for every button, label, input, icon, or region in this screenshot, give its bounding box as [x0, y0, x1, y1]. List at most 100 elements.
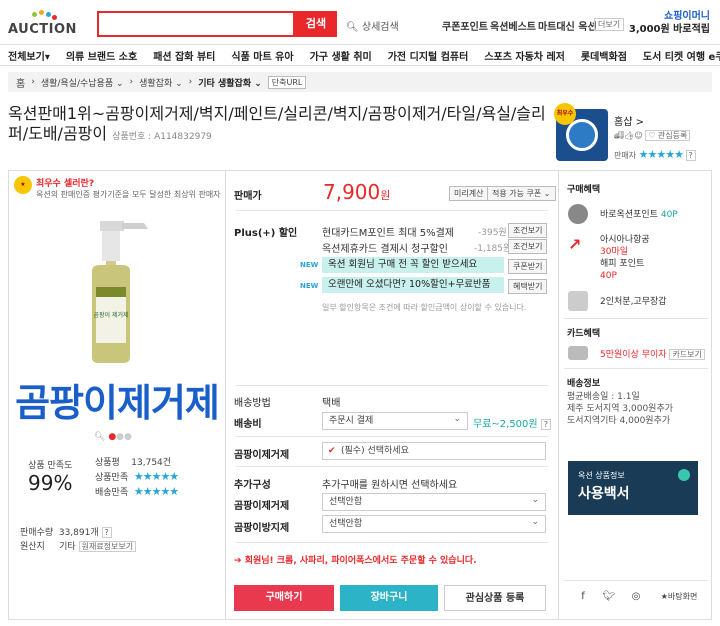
nav-item[interactable]: 식품 마트 유아 — [223, 48, 301, 63]
breadcrumb: 홈 › 생활/욕실/수납용품 ⌄ › 생활잡화 ⌄ › 기타 생활잡화 ⌄ 단축URL — [8, 72, 712, 92]
browser-warning: ➔ 회원님! 크롬, 사파리, 파이어폭스에서도 주문할 수 있습니다. — [234, 556, 477, 566]
breadcrumb-item[interactable]: 생활잡화 ⌄ — [139, 76, 183, 89]
image-caption: 곰팡이제거제 — [15, 381, 220, 425]
search-icon: 🔍︎ — [94, 432, 106, 442]
card-icon — [568, 346, 588, 360]
best-badge-icon: ★ — [14, 176, 32, 194]
product-image[interactable]: 곰팡이 제거제 — [70, 215, 160, 365]
nav-item[interactable]: 도서 티켓 여행 e쿠폰 — [635, 48, 720, 63]
bookmark-link[interactable]: ★바탕화면 — [655, 588, 703, 606]
review-count[interactable]: 13,754건 — [131, 458, 171, 468]
calc-button[interactable]: 미리계산 — [449, 186, 489, 201]
satisfaction: 상품 만족도 99% — [28, 461, 73, 495]
short-url-button[interactable]: 단축URL — [267, 75, 307, 89]
category-nav: 전체보기▾ 의류 브랜드 소호 패션 잡화 뷰티 식품 마트 유아 가구 생활 … — [0, 44, 720, 66]
seller-box: 최우수 홈샵 > 🚚︎👍︎☺ ♡ 관심등록 판매자 ★★★★★ ? — [554, 103, 712, 163]
member-discount-banner[interactable]: 옥션 회원님 구매 전 꼭 할인 받으세요 — [322, 257, 504, 273]
breadcrumb-item[interactable]: 생활/욕실/수납용품 ⌄ — [41, 76, 124, 89]
price: 7,900원 — [323, 180, 391, 204]
breadcrumb-item[interactable]: 기타 생활잡화 ⌄ — [198, 76, 262, 89]
check-icon: ✔ — [328, 446, 336, 456]
return-discount-banner[interactable]: 오랜만에 오셨다면? 10%할인+무료반품 — [322, 277, 504, 293]
get-coupon-button[interactable]: 쿠폰받기 — [508, 259, 548, 274]
nav-item[interactable]: 가구 생활 취미 — [302, 48, 380, 63]
divider — [236, 542, 548, 543]
divider — [236, 210, 548, 211]
share-icon[interactable]: ◎ — [627, 588, 645, 606]
search-icon: 🔍︎ — [346, 22, 359, 33]
airline-benefit: 아시아나항공 30마일 해피 포인트 40P — [600, 235, 650, 281]
search-button[interactable]: 검색 — [295, 11, 337, 37]
divider — [564, 318, 708, 319]
cart-button[interactable]: 장바구니 — [340, 585, 438, 611]
card-view-button[interactable]: 카드보기 — [669, 349, 705, 360]
best-seller-info: ★ 최우수 셀러란? 옥션의 판매인증 평가기준을 모두 달성한 최상위 판매자 — [14, 176, 224, 208]
addon-desc: 추가구매를 원하시면 선택하세요 — [322, 480, 458, 491]
benefit-button[interactable]: 혜택받기 — [508, 279, 548, 294]
buy-button[interactable]: 구매하기 — [234, 585, 334, 611]
detail-search-link[interactable]: 🔍︎ 상세검색 — [346, 18, 399, 33]
new-tag: NEW — [300, 282, 319, 290]
product-title: 옥션판매1위~곰팡이제거제/벽지/페인트/실리콘/벽지/곰팡이제거/타일/욕실/… — [8, 104, 546, 143]
condition-button[interactable]: 조건보기 — [508, 223, 548, 238]
bottle-label: 곰팡이 제거제 — [93, 311, 128, 319]
discount-row: 현대카드M포인트 최대 5%결제 — [322, 228, 455, 239]
nav-item[interactable]: 롯데백화점 — [573, 48, 635, 63]
divider — [564, 368, 708, 369]
ship-method: 택배 — [322, 398, 341, 409]
ship-method-label: 배송방법 — [234, 398, 271, 409]
nav-item[interactable]: 가전 디지털 컴퓨터 — [380, 48, 477, 63]
card-title: 카드혜택 — [567, 329, 601, 339]
alert-icon: ➔ — [234, 556, 242, 566]
toplink-best[interactable]: 옥션베스트 — [490, 18, 536, 33]
face-icon: ☺ — [634, 131, 643, 140]
addon-select-1[interactable]: 선택안함 — [322, 492, 546, 511]
shipping-guide-banner[interactable]: 옥션 상품정보 사용백서 — [568, 461, 698, 515]
addon-select-2[interactable]: 선택안함 — [322, 514, 546, 533]
new-tag: NEW — [300, 261, 319, 269]
ship-fee-label: 배송비 — [234, 419, 262, 430]
ship-fee-range: 무료~2,500원 ? — [473, 415, 552, 430]
thumb-icon: 👍︎ — [624, 131, 635, 140]
toplink-mart[interactable]: 마트대신 옥션 — [538, 18, 597, 33]
wishlist-button[interactable]: 관심상품 등록 — [444, 585, 546, 611]
nav-item[interactable]: 패션 잡화 뷰티 — [145, 48, 223, 63]
review-stats: 상품평 13,754건 상품만족 ★★★★★ 배송만족 ★★★★★ — [95, 458, 179, 498]
slide-dots[interactable]: 🔍︎ ●●● — [94, 432, 132, 442]
facebook-icon[interactable]: f — [574, 588, 592, 606]
auction-logo[interactable]: AUCTION — [8, 10, 88, 38]
point-icon — [568, 204, 588, 224]
gift-icon — [568, 291, 588, 311]
delivery-title: 배송정보 — [567, 379, 601, 389]
truck-icon: 🚚︎ — [614, 131, 625, 140]
addon-option-label: 곰팡이제거제 — [234, 501, 290, 512]
twitter-icon[interactable]: 🐦︎ — [600, 588, 618, 606]
logo-text: AUCTION — [8, 22, 77, 37]
addon-option-label: 곰팡이방지제 — [234, 523, 290, 534]
fav-seller-button[interactable]: ♡ 관심등록 — [645, 130, 691, 141]
option-select-required[interactable]: ✔ (필수) 선택하세요 — [322, 442, 546, 460]
seller-name[interactable]: 홈샵 > — [614, 113, 644, 128]
benefits-title: 구매혜택 — [567, 185, 601, 195]
nav-item[interactable]: 스포츠 자동차 레저 — [476, 48, 573, 63]
condition-button[interactable]: 조건보기 — [508, 239, 548, 254]
delivery-info: 평균배송일 : 1.1일 제주 도서지역 3,000원추가 도서지역기타 4,000… — [567, 392, 674, 426]
divider — [236, 385, 548, 386]
card-benefit: 5만원이상 무이자 카드보기 — [600, 349, 705, 361]
seller-rating: 판매자 ★★★★★ ? — [614, 148, 696, 161]
breadcrumb-home[interactable]: 홈 — [16, 75, 25, 90]
divider — [236, 436, 548, 437]
sales-info: 판매수량 33,891개 ? 원산지 기타 원재료정보보기 — [20, 526, 137, 554]
seller-icons: 🚚︎👍︎☺ ♡ 관심등록 — [614, 130, 691, 141]
search-input[interactable] — [97, 11, 295, 37]
more-button[interactable]: 더보기 — [594, 18, 625, 31]
origin-info-button[interactable]: 원재료정보보기 — [78, 541, 137, 552]
toplink-coupon[interactable]: 쿠폰포인트 — [442, 18, 488, 33]
promo-banner[interactable]: 쇼핑이머니 3,000원 바로적립 — [629, 10, 710, 36]
chevron-down-icon: ▾ — [44, 51, 50, 63]
plus-label: Plus(+) 할인 — [234, 228, 298, 239]
ship-fee-select[interactable]: 주문시 결제 — [322, 411, 468, 430]
coupon-button[interactable]: 적용 가능 쿠폰 ⌄ — [487, 186, 556, 201]
nav-all[interactable]: 전체보기▾ — [0, 48, 58, 63]
nav-item[interactable]: 의류 브랜드 소호 — [58, 48, 145, 63]
